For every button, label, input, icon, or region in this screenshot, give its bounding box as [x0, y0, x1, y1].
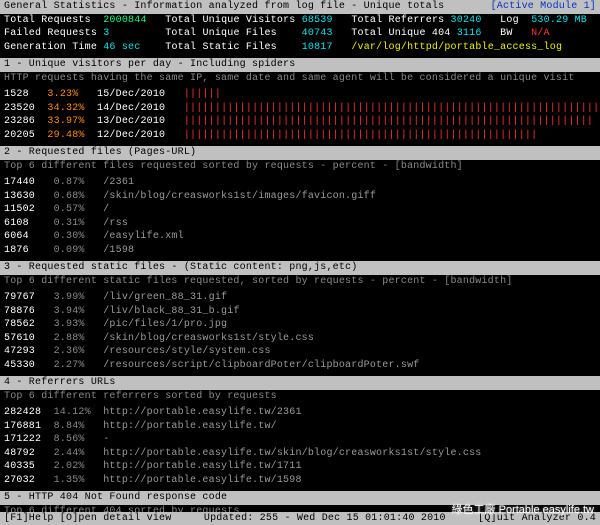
data-row: 78562 3.93% /pic/files/1/pro.jpg [0, 318, 600, 332]
data-row: 1876 0.09% /1598 [0, 244, 600, 258]
data-row: 6064 0.30% /easylife.xml [0, 230, 600, 244]
sec3-sub: Top 6 different static files requested, … [0, 275, 600, 289]
stats-row-2: Failed Requests 3 Total Unique Files 407… [0, 27, 600, 41]
data-row: 79767 3.99% /liv/green_88_31.gif [0, 291, 600, 305]
stats-row-3: Generation Time 46 sec Total Static File… [0, 41, 600, 55]
data-row: 45330 2.27% /resources/script/clipboardP… [0, 359, 600, 373]
data-row: 57610 2.88% /skin/blog/creasworks1st/sty… [0, 332, 600, 346]
data-row: 48792 2.44% http://portable.easylife.tw/… [0, 447, 600, 461]
data-row: 13630 0.68% /skin/blog/creasworks1st/ima… [0, 190, 600, 204]
active-module: [Active Module 1] [491, 0, 596, 14]
data-row: 27032 1.35% http://portable.easylife.tw/… [0, 474, 600, 488]
data-row: 1528 3.23% 15/Dec/2010 |||||| [0, 88, 600, 102]
data-row: 78876 3.94% /liv/black_88_31_b.gif [0, 305, 600, 319]
data-row: 6108 0.31% /rss [0, 217, 600, 231]
data-row: 17440 0.87% /2361 [0, 176, 600, 190]
data-row: 176881 8.84% http://portable.easylife.tw… [0, 420, 600, 434]
sec4-head: 4 - Referrers URLs [0, 376, 600, 390]
header-title: General Statistics - Information analyze… [4, 0, 444, 14]
data-row: 23520 34.32% 14/Dec/2010 |||||||||||||||… [0, 102, 600, 116]
data-row: 40335 2.02% http://portable.easylife.tw/… [0, 460, 600, 474]
data-row: 171222 8.56% - [0, 433, 600, 447]
sec1-sub: HTTP requests having the same IP, same d… [0, 72, 600, 86]
footer-left[interactable]: [F1]Help [O]pen detail view [4, 512, 171, 525]
data-row: 23286 33.97% 13/Dec/2010 |||||||||||||||… [0, 115, 600, 129]
sec2-sub: Top 6 different files requested sorted b… [0, 160, 600, 174]
sec3-head: 3 - Requested static files - (Static con… [0, 261, 600, 275]
footer-center: Updated: 255 - Wed Dec 15 01:01:40 2010 [204, 512, 446, 525]
data-row: 47293 2.36% /resources/style/system.css [0, 345, 600, 359]
watermark: 綠色工廠 Portable.easylife.tw [452, 503, 594, 518]
data-row: 20205 29.48% 12/Dec/2010 |||||||||||||||… [0, 129, 600, 143]
header-bar: General Statistics - Information analyze… [0, 0, 600, 14]
data-row: 11502 0.57% / [0, 203, 600, 217]
data-row: 282428 14.12% http://portable.easylife.t… [0, 406, 600, 420]
sec2-head: 2 - Requested files (Pages-URL) [0, 146, 600, 160]
sec4-sub: Top 6 different referrers sorted by requ… [0, 390, 600, 404]
sec1-head: 1 - Unique visitors per day - Including … [0, 58, 600, 72]
stats-row-1: Total Requests 2000844 Total Unique Visi… [0, 14, 600, 28]
